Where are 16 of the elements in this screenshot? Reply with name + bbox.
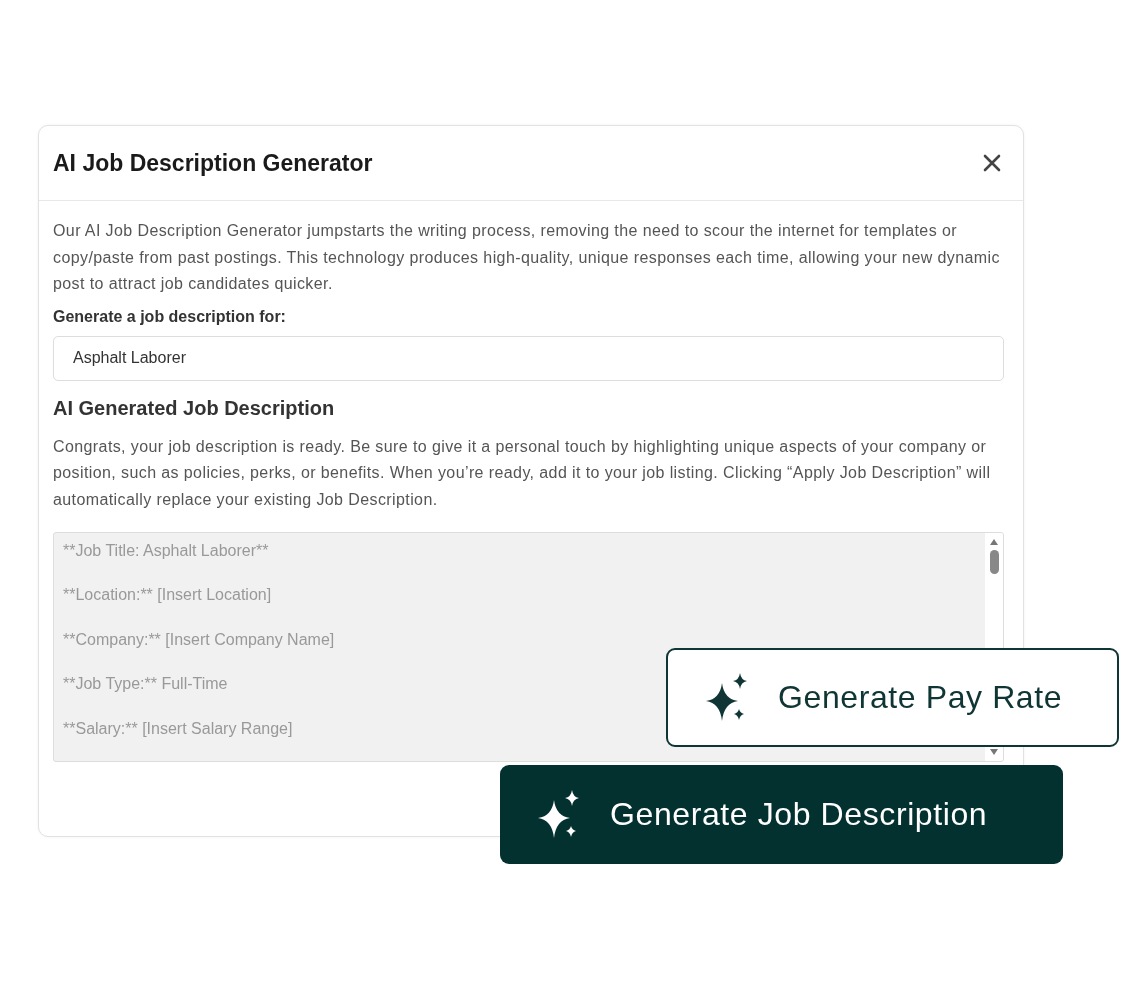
job-title-field[interactable]: Asphalt Laborer [53, 335, 1004, 381]
generated-line: **Company:** [Insert Company Name] [63, 630, 335, 650]
generated-line: **Salary:** [Insert Salary Range] [63, 719, 293, 739]
scrollbar-thumb[interactable] [989, 550, 999, 574]
section-title: AI Generated Job Description [53, 396, 336, 420]
scroll-up-icon[interactable] [989, 538, 999, 546]
field-label: Generate a job description for: [53, 307, 287, 326]
generated-line: **Job Type:** Full-Time [63, 675, 228, 695]
dialog-title: AI Job Description Generator [53, 149, 373, 177]
generate-button-overlay[interactable]: Generate Pay Rate [666, 648, 1119, 747]
close-icon[interactable] [983, 154, 1001, 172]
section-text: Congrats, your job description is ready. Be sure to give it a personal touch by highlighting unique aspects of your company or position, such as policies, perks, or benefits. When you’re ready, add it to your job listing. Clicking “Apply Job Description” will automatically replace your existing Job Description. [53, 436, 992, 510]
generated-line: **Job Title: Asphalt Laborer** [63, 542, 269, 561]
intro-text: Our AI Job Description Generator jumpstarts the writing process, removing the need to scour the internet for templates or copy/paste from past postings. This technology produces high-quality, unique responses each time, allowing your new dynamic post to attract job candidates quicker. [53, 221, 1001, 294]
generated-line: **Location:** [Insert Location] [63, 586, 272, 606]
generate-button-overlay[interactable]: Generate Job Description [500, 765, 1063, 864]
